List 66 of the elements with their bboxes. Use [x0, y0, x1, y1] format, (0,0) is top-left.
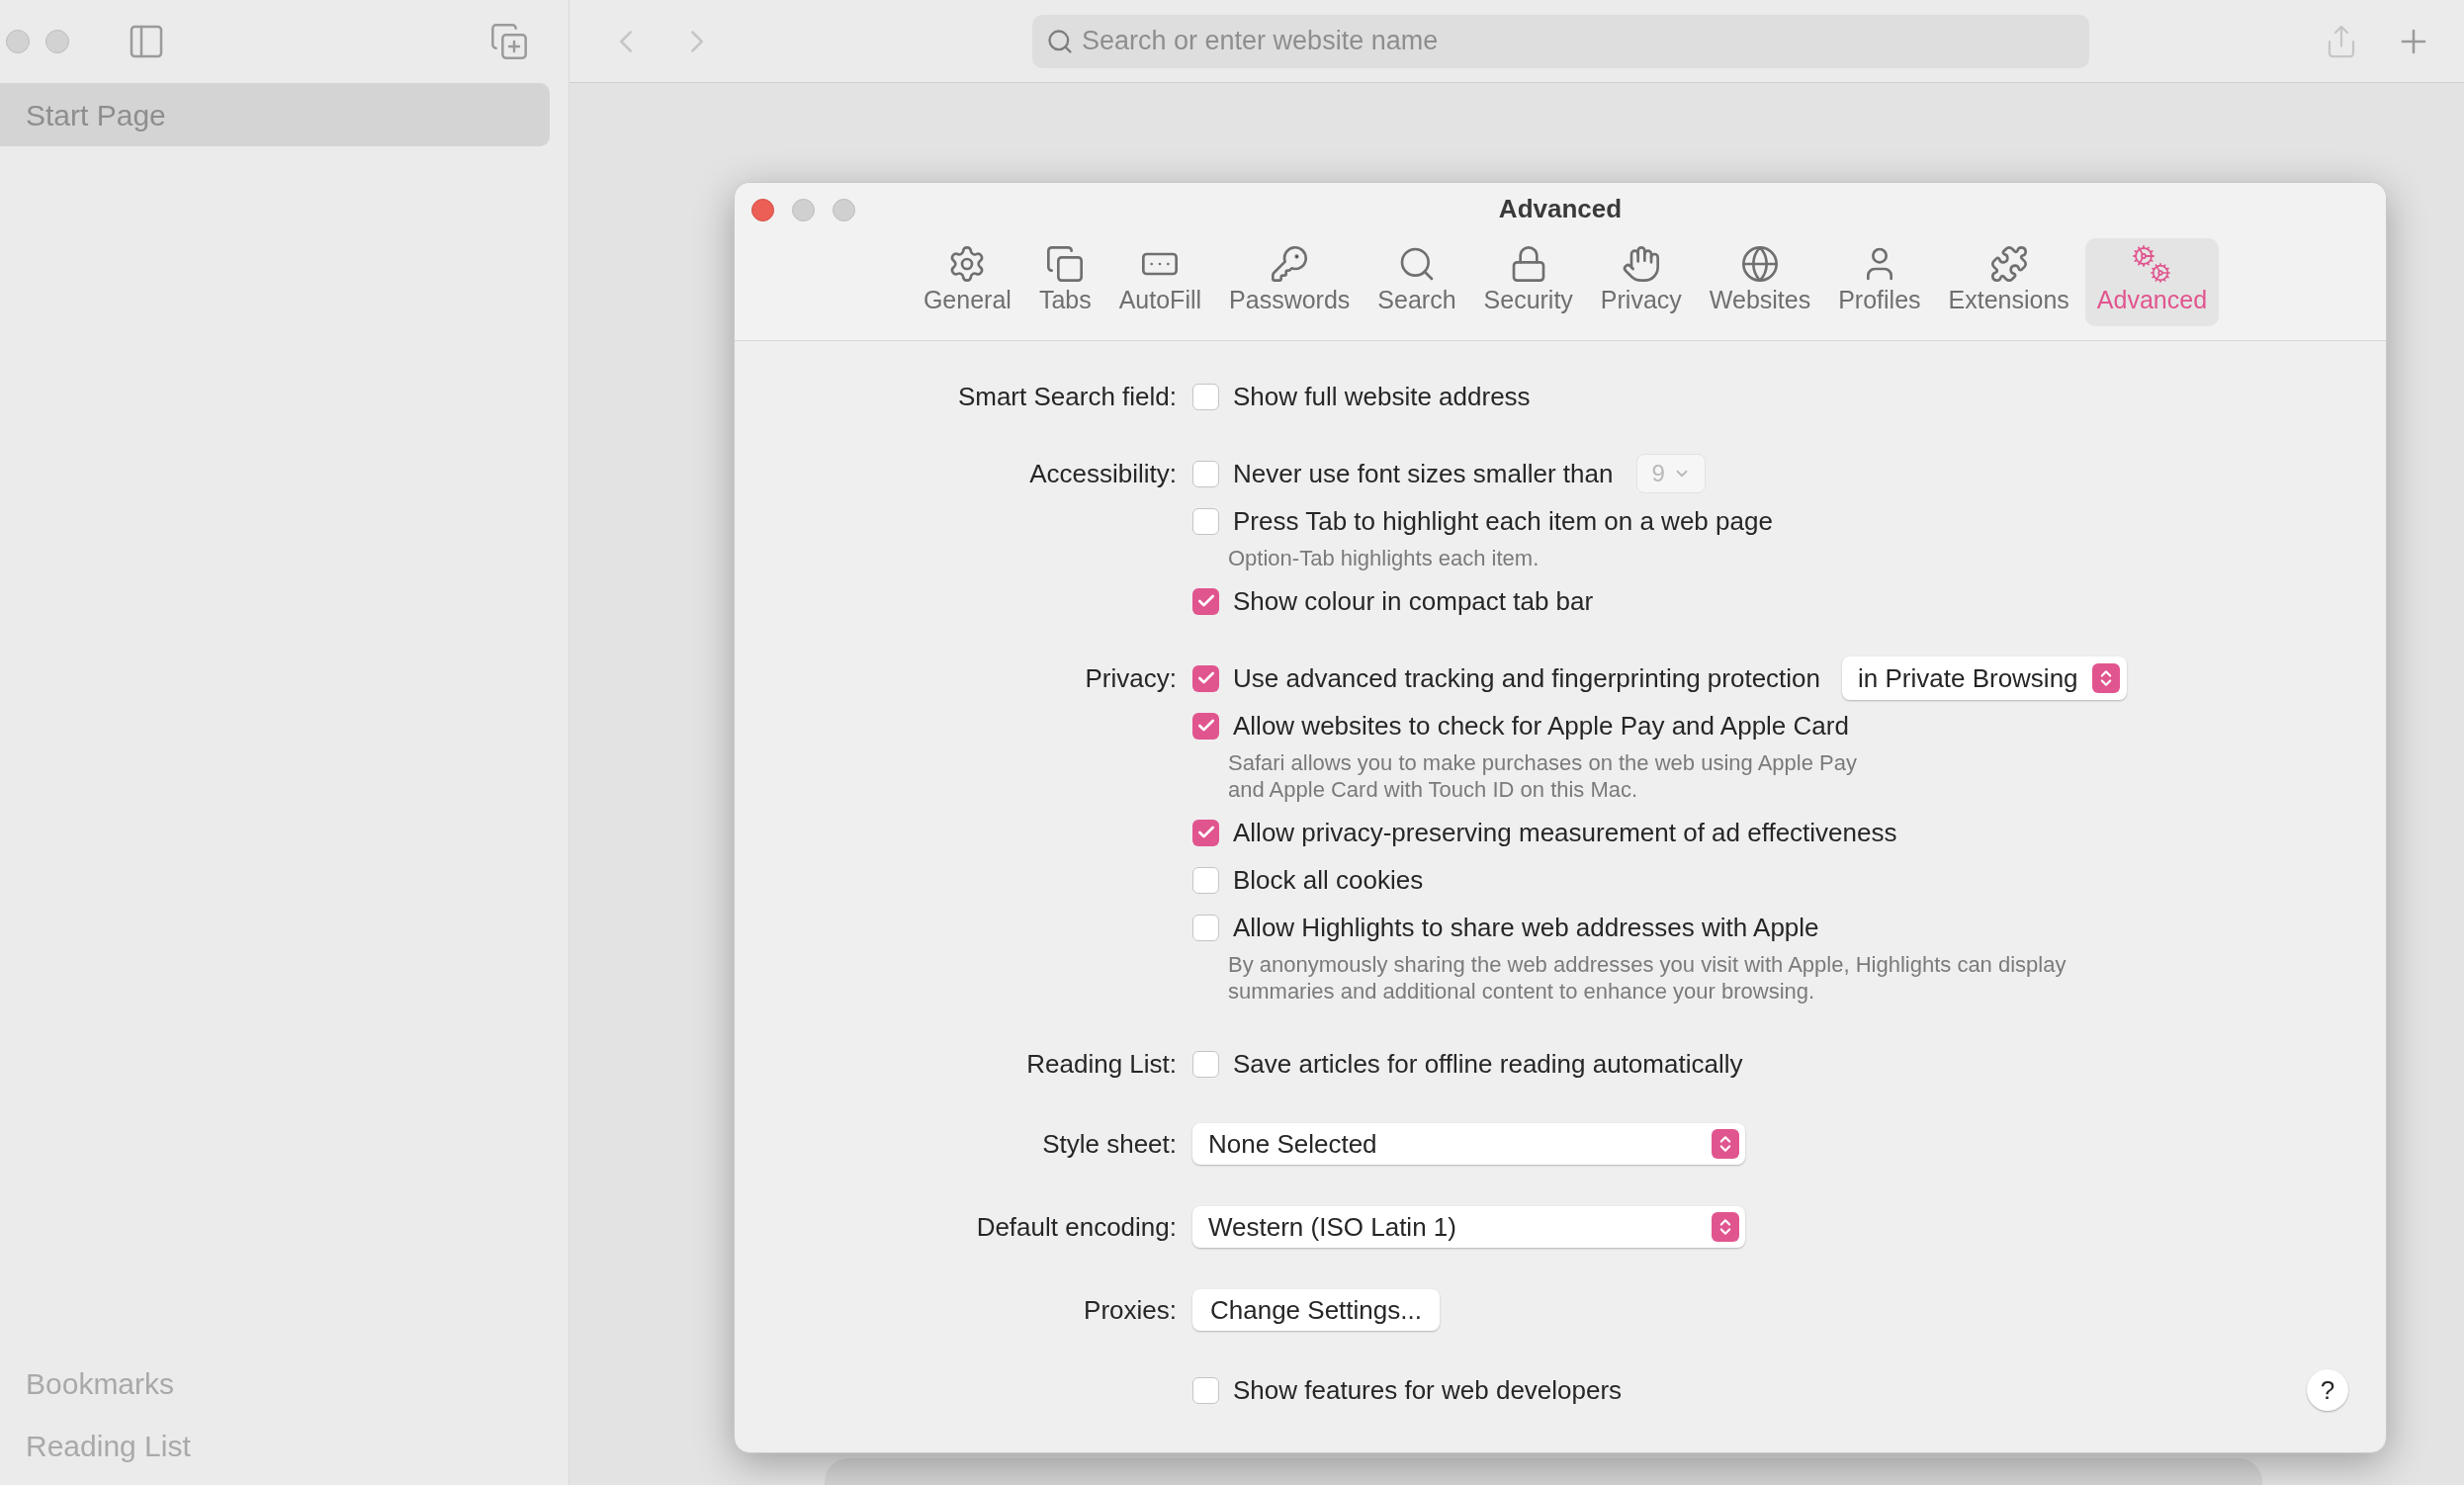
- key-icon: [1270, 244, 1310, 284]
- settings-tab[interactable]: Security: [1471, 238, 1585, 326]
- stepper-icon: [1712, 1129, 1739, 1159]
- address-field[interactable]: Search or enter website name: [1032, 14, 2089, 68]
- popup-button[interactable]: Western (ISO Latin 1): [1192, 1206, 1745, 1248]
- checkbox[interactable]: [1192, 1376, 1219, 1404]
- hand-icon: [1621, 244, 1661, 284]
- puzzle-icon: [1988, 244, 2029, 284]
- section-label: Style sheet:: [1042, 1127, 1177, 1161]
- settings-tab[interactable]: Advanced: [2084, 238, 2220, 326]
- stepper-icon: [2091, 663, 2120, 693]
- tabs-icon: [1045, 244, 1086, 284]
- checkbox[interactable]: [1192, 712, 1219, 740]
- settings-tab[interactable]: Profiles: [1826, 238, 1933, 326]
- window-button[interactable]: [45, 30, 69, 53]
- checkbox[interactable]: [1192, 914, 1219, 941]
- settings-tab[interactable]: Websites: [1697, 238, 1823, 326]
- checkbox-label: Save articles for offline reading automatically: [1233, 1047, 1743, 1081]
- change-settings-button[interactable]: Change Settings...: [1192, 1289, 1440, 1331]
- checkbox-label: Show features for web developers: [1233, 1373, 1623, 1407]
- checkbox[interactable]: [1192, 1050, 1219, 1078]
- stepper-icon: [1712, 1212, 1739, 1242]
- search-icon: [1046, 27, 1074, 55]
- close-button[interactable]: [751, 199, 774, 221]
- checkbox-label: Show full website address: [1233, 380, 1531, 413]
- checkbox[interactable]: [1192, 460, 1219, 487]
- popup-button[interactable]: in Private Browsing: [1842, 656, 2127, 700]
- settings-tab[interactable]: General: [911, 238, 1023, 326]
- checkbox[interactable]: [1192, 383, 1219, 410]
- settings-tab[interactable]: Search: [1365, 238, 1468, 326]
- window-button[interactable]: [792, 199, 815, 221]
- checkbox-label: Allow websites to check for Apple Pay and Apple Card: [1233, 709, 1849, 742]
- section-label: Default encoding:: [976, 1210, 1177, 1244]
- popup-button[interactable]: None Selected: [1192, 1123, 1745, 1165]
- hint-text: Option-Tab highlights each item.: [1227, 545, 1540, 572]
- settings-tab[interactable]: Extensions: [1936, 238, 2081, 326]
- checkbox-label: Allow Highlights to share web addresses with Apple: [1233, 911, 1819, 944]
- checkbox-label: Show colour in compact tab bar: [1233, 584, 1594, 618]
- section-label: Smart Search field:: [957, 380, 1177, 413]
- section-label: Reading List:: [1026, 1047, 1177, 1081]
- settings-tab[interactable]: Passwords: [1217, 238, 1363, 326]
- help-button[interactable]: ?: [2307, 1369, 2348, 1411]
- checkbox-label: Allow privacy-preserving measurement of ad effectiveness: [1233, 816, 1897, 849]
- checkbox-label: Use advanced tracking and fingerprinting protection: [1233, 661, 1821, 695]
- window-button[interactable]: [6, 30, 30, 53]
- gears-icon: [2132, 244, 2172, 284]
- checkbox-label: Never use font sizes smaller than: [1233, 457, 1614, 490]
- checkbox-label: Press Tab to highlight each item on a web page: [1233, 504, 1773, 538]
- window-title: Advanced: [1498, 193, 1623, 224]
- section-label: Privacy:: [1085, 661, 1177, 695]
- checkbox[interactable]: [1192, 819, 1219, 846]
- checkbox-label: Block all cookies: [1233, 863, 1424, 897]
- checkbox[interactable]: [1192, 664, 1219, 692]
- section-label: Proxies:: [1084, 1293, 1177, 1327]
- section-label: Accessibility:: [1029, 457, 1177, 490]
- settings-tab[interactable]: Privacy: [1588, 238, 1694, 326]
- hint-text: By anonymously sharing the web addresses you visit with Apple, Highlights can display summaries and additional content to enhance your browsing.: [1227, 951, 2068, 1005]
- checkbox[interactable]: [1192, 507, 1219, 535]
- window-button[interactable]: [833, 199, 855, 221]
- settings-tab[interactable]: Tabs: [1026, 238, 1103, 326]
- checkbox[interactable]: [1192, 866, 1219, 894]
- checkbox[interactable]: [1192, 587, 1219, 615]
- new-tab-group-icon[interactable]: [489, 22, 529, 61]
- hint-text: Safari allows you to make purchases on the web using Apple Pay and Apple Card with Touch ID on this Mac.: [1227, 749, 1858, 804]
- settings-tab[interactable]: AutoFill: [1106, 238, 1214, 326]
- globe-icon: [1740, 244, 1780, 284]
